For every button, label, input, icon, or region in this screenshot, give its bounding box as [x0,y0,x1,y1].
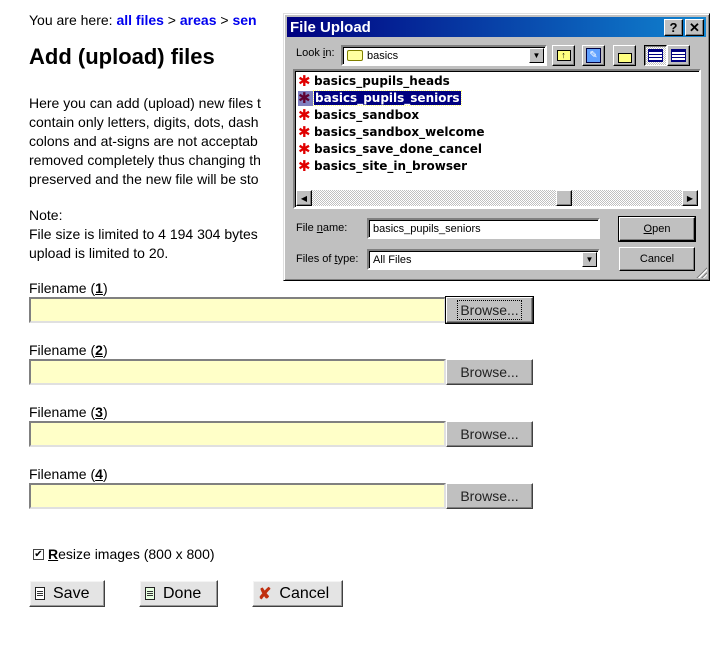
filename-field-3: Filename (3) Browse... [29,403,533,447]
resize-grip-icon[interactable] [695,266,707,278]
filename-field-4: Filename (4) Browse... [29,465,533,509]
file-item[interactable]: basics_pupils_heads [298,73,450,89]
file-icon [298,90,313,106]
list-view-icon [648,49,663,62]
dropdown-arrow-icon[interactable]: ▼ [529,48,544,63]
favorites-button[interactable]: ✎ [582,45,605,66]
save-button[interactable]: Save [29,580,105,607]
list-view-button[interactable] [644,45,667,66]
done-button[interactable]: Done [139,580,218,607]
breadcrumb-separator: > [216,12,233,28]
scrollbar-thumb[interactable] [556,190,572,206]
dialog-cancel-button[interactable]: Cancel [619,247,695,271]
file-icon [298,108,313,123]
breadcrumb-link-areas[interactable]: areas [180,12,217,28]
note-line: upload is limited to 20. [29,245,169,261]
dropdown-arrow-icon[interactable]: ▼ [582,252,597,267]
browse-button-1[interactable]: Browse... [445,296,534,324]
filename-input-1[interactable] [29,297,446,323]
scroll-right-button[interactable]: ▶ [682,190,698,206]
dialog-titlebar[interactable]: File Upload ? ✕ [287,17,706,37]
file-icon [298,142,313,157]
file-name-input[interactable]: basics_pupils_seniors [367,218,600,239]
files-of-type-dropdown[interactable]: All Files ▼ [367,249,600,270]
file-icon [298,74,313,89]
document-icon [35,587,45,600]
intro-line: contain only letters, digits, dots, dash [29,114,259,130]
up-one-level-button[interactable]: ↑ [552,45,575,66]
filename-label-4: Filename (4) [29,466,108,482]
details-view-button[interactable] [667,45,690,66]
files-of-type-label: Files of type: [296,253,359,265]
details-view-icon [671,49,686,62]
close-button[interactable]: ✕ [685,19,704,36]
browse-button-3[interactable]: Browse... [446,421,533,447]
intro-line: preserved and the new file will be sto [29,171,259,187]
file-item-selected[interactable]: basics_pupils_seniors [298,90,462,106]
look-in-value: basics [367,49,399,62]
up-folder-icon: ↑ [556,50,571,61]
page-title: Add (upload) files [29,44,215,69]
file-item[interactable]: basics_save_done_cancel [298,141,482,157]
file-item[interactable]: basics_sandbox_welcome [298,124,484,140]
breadcrumb-link-current[interactable]: sen [232,12,256,28]
document-icon [145,587,155,600]
file-icon [298,125,313,140]
file-item[interactable]: basics_site_in_browser [298,158,467,174]
browse-button-2[interactable]: Browse... [446,359,533,385]
help-button[interactable]: ? [664,19,683,36]
file-name-label: File name: [296,222,348,234]
intro-line: Here you can add (upload) new files t [29,95,261,111]
browse-button-4[interactable]: Browse... [446,483,533,509]
scroll-left-button[interactable]: ◀ [296,190,312,206]
open-button[interactable]: Open [618,216,696,242]
file-list: basics_pupils_heads basics_pupils_senior… [293,69,701,209]
filename-label-3: Filename (3) [29,404,108,420]
intro-line: colons and at-signs are not acceptab [29,133,258,149]
look-in-label: Look in: [296,47,335,59]
file-upload-dialog: File Upload ? ✕ Look in: basics ▼ ↑ ✎ ba… [283,13,710,281]
new-folder-icon [617,52,632,63]
filename-label-1: Filename (1) [29,280,108,296]
filename-input-4[interactable] [29,483,446,509]
filename-field-1: Filename (1) Browse... [29,279,534,324]
note-line: File size is limited to 4 194 304 bytes [29,226,258,242]
file-icon [298,159,313,174]
intro-line: removed completely thus changing th [29,152,261,168]
resize-images-checkbox[interactable]: ✔ [33,548,44,560]
file-item[interactable]: basics_sandbox [298,107,419,123]
filename-input-2[interactable] [29,359,446,385]
breadcrumb: You are here: all files > areas > sen [29,12,257,28]
breadcrumb-link-all-files[interactable]: all files [116,12,163,28]
filename-input-3[interactable] [29,421,446,447]
note-heading: Note: [29,207,63,223]
intro-text: Here you can add (upload) new files t co… [29,94,284,189]
look-in-dropdown[interactable]: basics ▼ [341,45,547,66]
filename-field-2: Filename (2) Browse... [29,341,533,385]
folder-icon [347,50,363,61]
horizontal-scrollbar[interactable]: ◀ ▶ [296,190,698,206]
filename-label-2: Filename (2) [29,342,108,358]
breadcrumb-prefix: You are here: [29,12,117,28]
breadcrumb-separator: > [163,12,180,28]
dialog-title: File Upload [290,18,371,36]
resize-images-option[interactable]: ✔ Resize images (800 x 800) [33,546,215,562]
new-folder-button[interactable] [613,45,636,66]
resize-images-label[interactable]: Resize images (800 x 800) [48,546,215,562]
favorites-icon: ✎ [586,48,601,63]
note-text: Note: File size is limited to 4 194 304 … [29,206,284,263]
cross-icon: ✘ [258,585,272,603]
cancel-button[interactable]: ✘ Cancel [252,580,343,607]
